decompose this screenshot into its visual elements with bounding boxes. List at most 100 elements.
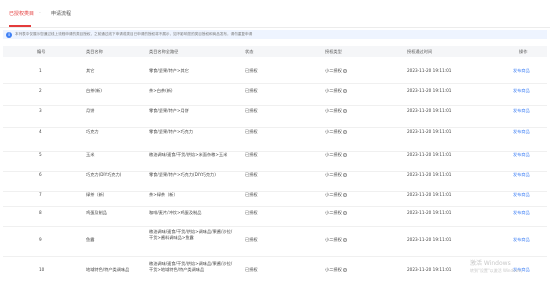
cell-auth-type: 小二授权? (325, 210, 347, 216)
publish-product-link[interactable]: 发布商品 (513, 172, 530, 178)
cell-auth-time: 2023-11-20 19:11:01 (407, 192, 452, 197)
cell-number: 10 (39, 267, 45, 272)
auth-type-label: 小二授权 (325, 129, 342, 134)
cell-auth-type: 小二授权? (325, 68, 347, 74)
auth-type-label: 小二授权 (325, 237, 342, 242)
table-row: 8 鸡蛋及制品 咖啡/麦片/冲饮>鸡蛋及制品 已授权 小二授权? 2023-11… (3, 207, 547, 227)
publish-product-link[interactable]: 发布商品 (513, 88, 530, 94)
cell-status: 已授权 (245, 108, 258, 113)
cell-auth-time: 2023-11-20 19:11:01 (407, 172, 452, 177)
table-row: 7 绿茶（新） 茶>绿茶（新） 已授权 小二授权? 2023-11-20 19:… (3, 192, 547, 207)
help-icon[interactable]: ? (342, 89, 347, 93)
notice-text: 本列表中仅展示您通过线上流程申请的类目授权，之前通过线下申请或类目已申请的授权将… (15, 32, 253, 36)
cell-auth-type: 小二授权? (325, 237, 347, 243)
header-number: 编号 (37, 49, 46, 54)
cell-category-name: 巧克力 (86, 129, 99, 134)
help-icon[interactable]: ? (342, 153, 347, 157)
auth-type-label: 小二授权 (325, 192, 342, 197)
cell-status: 已授权 (245, 129, 258, 134)
cell-category-name: 其它 (86, 68, 95, 73)
table-row: 9 鱼露 粮油调味/速食/干货/烘焙>调味品/果酱/沙拉/干货>酱料调味品>鱼露… (3, 227, 547, 257)
help-icon[interactable]: ? (342, 130, 347, 134)
cell-auth-type: 小二授权? (325, 192, 347, 198)
publish-product-link[interactable]: 发布商品 (513, 237, 530, 243)
auth-type-label: 小二授权 (325, 267, 342, 272)
cell-category-path: 粮油调味/速食/干货/烘焙>调味品/果酱/沙拉/干货>地域特色/特产类调味品 (149, 261, 233, 272)
tab-application-process[interactable]: 申请流程 (51, 11, 71, 18)
help-icon[interactable]: ? (342, 268, 347, 272)
auth-type-label: 小二授权 (325, 152, 342, 157)
publish-product-link[interactable]: 发布商品 (513, 108, 530, 114)
cell-category-name: 地域特色/特产类调味品 (86, 267, 130, 272)
header-auth-type: 授权类型 (325, 49, 342, 54)
help-icon[interactable]: ? (342, 238, 347, 242)
help-icon[interactable]: ? (342, 69, 347, 73)
tab-separator: · (39, 10, 41, 17)
cell-category-name: 巧克力(DIY巧克力) (86, 172, 122, 177)
publish-product-link[interactable]: 发布商品 (513, 210, 530, 216)
cell-auth-type: 小二授权? (325, 88, 347, 94)
cell-category-path: 零食/坚果/特产>巧克力(DIY巧克力) (149, 172, 216, 177)
header-category-path: 类目名称全路径 (149, 49, 179, 54)
cell-auth-time: 2023-11-20 19:11:01 (407, 152, 452, 157)
table-row: 6 巧克力(DIY巧克力) 零食/坚果/特产>巧克力(DIY巧克力) 已授权 小… (3, 172, 547, 192)
cell-auth-type: 小二授权? (325, 129, 347, 135)
tab-authorized-categories[interactable]: 已授权类目 (9, 11, 34, 18)
cell-auth-time: 2023-11-20 19:11:01 (407, 88, 452, 93)
active-tab-indicator (9, 25, 31, 27)
help-icon[interactable]: ? (342, 173, 347, 177)
auth-type-label: 小二授权 (325, 88, 342, 93)
cell-status: 已授权 (245, 210, 258, 215)
cell-status: 已授权 (245, 237, 258, 242)
table-header: 编号 类目名称 类目名称全路径 状态 授权类型 授权通过时间 操作 (3, 46, 547, 57)
cell-auth-time: 2023-11-20 19:11:01 (407, 267, 452, 272)
auth-type-label: 小二授权 (325, 108, 342, 113)
publish-product-link[interactable]: 发布商品 (513, 68, 530, 74)
table-row: 2 白茶(新) 茶>白茶(新) 已授权 小二授权? 2023-11-20 19:… (3, 84, 547, 106)
publish-product-link[interactable]: 发布商品 (513, 152, 530, 158)
cell-number: 7 (39, 192, 42, 197)
cell-category-path: 咖啡/麦片/冲饮>鸡蛋及制品 (149, 210, 202, 215)
cell-category-path: 粮油调味/速食/干货/烘焙>调味品/果酱/沙拉/干货>酱料调味品>鱼露 (149, 229, 233, 240)
cell-category-path: 零食/坚果/特产>其它 (149, 68, 189, 73)
cell-number: 9 (39, 237, 42, 242)
cell-category-name: 绿茶（新） (86, 192, 107, 197)
cell-auth-time: 2023-11-20 19:11:01 (407, 210, 452, 215)
cell-category-name: 玉米 (86, 152, 95, 157)
help-icon[interactable]: ? (342, 193, 347, 197)
auth-type-label: 小二授权 (325, 210, 342, 215)
cell-category-name: 月饼 (86, 108, 95, 113)
notice-banner: i 本列表中仅展示您通过线上流程申请的类目授权，之前通过线下申请或类目已申请的授… (3, 30, 547, 39)
cell-auth-time: 2023-11-20 19:11:01 (407, 68, 452, 73)
cell-category-path: 零食/坚果/特产>巧克力 (149, 129, 194, 134)
cell-category-name: 鱼露 (86, 237, 95, 242)
cell-auth-type: 小二授权? (325, 152, 347, 158)
cell-status: 已授权 (245, 68, 258, 73)
header-actions: 操作 (519, 49, 528, 54)
cell-auth-type: 小二授权? (325, 267, 347, 273)
cell-status: 已授权 (245, 192, 258, 197)
cell-auth-time: 2023-11-20 19:11:01 (407, 237, 452, 242)
cell-category-path: 零食/坚果/特产>月饼 (149, 108, 189, 113)
help-icon[interactable]: ? (342, 211, 347, 215)
tab-bar: 已授权类目 · 申请流程 (0, 0, 550, 28)
table-row: 5 玉米 粮油调味/速食/干货/烘焙>米面杂粮>玉米 已授权 小二授权? 202… (3, 152, 547, 172)
auth-type-label: 小二授权 (325, 172, 342, 177)
header-status: 状态 (245, 49, 254, 54)
cell-number: 6 (39, 172, 42, 177)
watermark-subtitle: 转到"设置"以激活 Windows。 (470, 268, 525, 273)
publish-product-link[interactable]: 发布商品 (513, 129, 530, 135)
cell-number: 4 (39, 129, 42, 134)
cell-status: 已授权 (245, 88, 258, 93)
info-icon: i (6, 31, 12, 38)
cell-number: 5 (39, 152, 42, 157)
auth-type-label: 小二授权 (325, 68, 342, 73)
table-row: 10 地域特色/特产类调味品 粮油调味/速食/干货/烘焙>调味品/果酱/沙拉/干… (3, 257, 547, 287)
cell-category-name: 鸡蛋及制品 (86, 210, 107, 215)
cell-number: 1 (39, 68, 42, 73)
cell-status: 已授权 (245, 172, 258, 177)
help-icon[interactable]: ? (342, 109, 347, 113)
header-auth-time: 授权通过时间 (407, 49, 433, 54)
cell-auth-time: 2023-11-20 19:11:01 (407, 108, 452, 113)
publish-product-link[interactable]: 发布商品 (513, 192, 530, 198)
